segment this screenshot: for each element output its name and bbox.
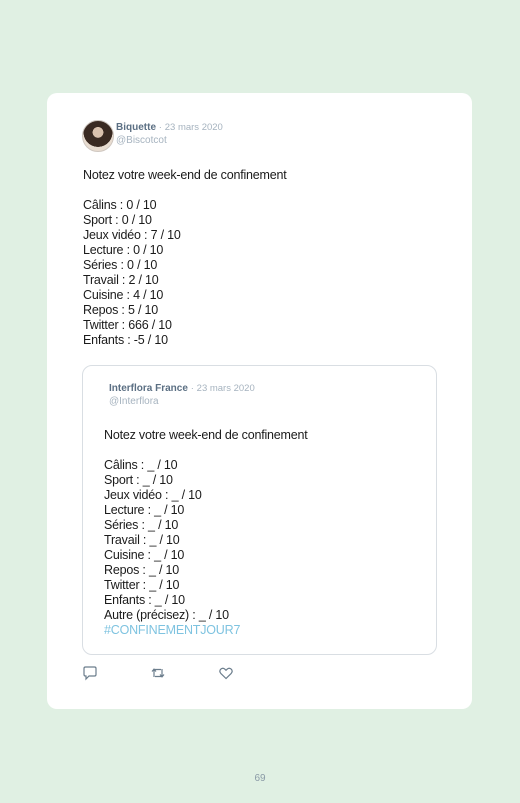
hashtag-link[interactable]: #CONFINEMENTJOUR7 — [104, 623, 308, 638]
tweet-date[interactable]: 23 mars 2020 — [165, 122, 223, 133]
tweet-line: Jeux vidéo : 7 / 10 — [83, 228, 181, 242]
tweet-line: Notez votre week-end de confinement — [83, 168, 287, 182]
quoted-line: Repos : _ / 10 — [104, 563, 180, 577]
tweet-line: Cuisine : 4 / 10 — [83, 288, 164, 302]
quoted-line: Enfants : _ / 10 — [104, 593, 185, 607]
separator: · — [190, 383, 194, 394]
quoted-tweet[interactable]: Interflora France · 23 mars 2020 @Interf… — [82, 365, 437, 655]
avatar[interactable] — [82, 120, 114, 152]
quoted-line: Cuisine : _ / 10 — [104, 548, 185, 562]
quoted-date[interactable]: 23 mars 2020 — [197, 383, 255, 394]
author-name[interactable]: Biquette — [116, 122, 156, 133]
tweet-line: Enfants : -5 / 10 — [83, 333, 168, 347]
quoted-line — [104, 443, 308, 458]
quoted-handle[interactable]: @Interflora — [109, 396, 159, 408]
tweet-card: Biquette · 23 mars 2020 @Biscotcot Notez… — [47, 93, 472, 709]
quoted-line: Autre (précisez) : _ / 10 — [104, 608, 229, 622]
tweet-text: Notez votre week-end de confinement Câli… — [83, 168, 287, 348]
tweet-line: Repos : 5 / 10 — [83, 303, 159, 317]
quoted-line: Jeux vidéo : _ / 10 — [104, 488, 202, 502]
tweet-line: Travail : 2 / 10 — [83, 273, 159, 287]
quoted-line: Séries : _ / 10 — [104, 518, 179, 532]
separator: · — [158, 122, 162, 133]
tweet-line: Câlins : 0 / 10 — [83, 198, 157, 212]
quoted-line: Twitter : _ / 10 — [104, 578, 180, 592]
page-number: 69 — [254, 773, 266, 784]
quoted-text: Notez votre week-end de confinement Câli… — [104, 428, 308, 638]
tweet-line: Twitter : 666 / 10 — [83, 318, 172, 332]
heart-icon[interactable] — [218, 665, 234, 681]
retweet-icon[interactable] — [150, 665, 166, 681]
tweet-line: Séries : 0 / 10 — [83, 258, 158, 272]
quoted-author: Interflora France · 23 mars 2020 — [109, 383, 255, 395]
quoted-line: Sport : _ / 10 — [104, 473, 173, 487]
author-handle[interactable]: @Biscotcot — [116, 135, 167, 147]
tweet-line — [83, 183, 287, 198]
quoted-line: Câlins : _ / 10 — [104, 458, 178, 472]
quoted-line: Lecture : _ / 10 — [104, 503, 185, 517]
quoted-line: Notez votre week-end de confinement — [104, 428, 308, 442]
quoted-author-name[interactable]: Interflora France — [109, 383, 188, 394]
reply-icon[interactable] — [82, 665, 98, 681]
tweet-line: Lecture : 0 / 10 — [83, 243, 164, 257]
tweet-line: Sport : 0 / 10 — [83, 213, 152, 227]
tweet-author: Biquette · 23 mars 2020 — [116, 122, 223, 134]
quoted-line: Travail : _ / 10 — [104, 533, 180, 547]
